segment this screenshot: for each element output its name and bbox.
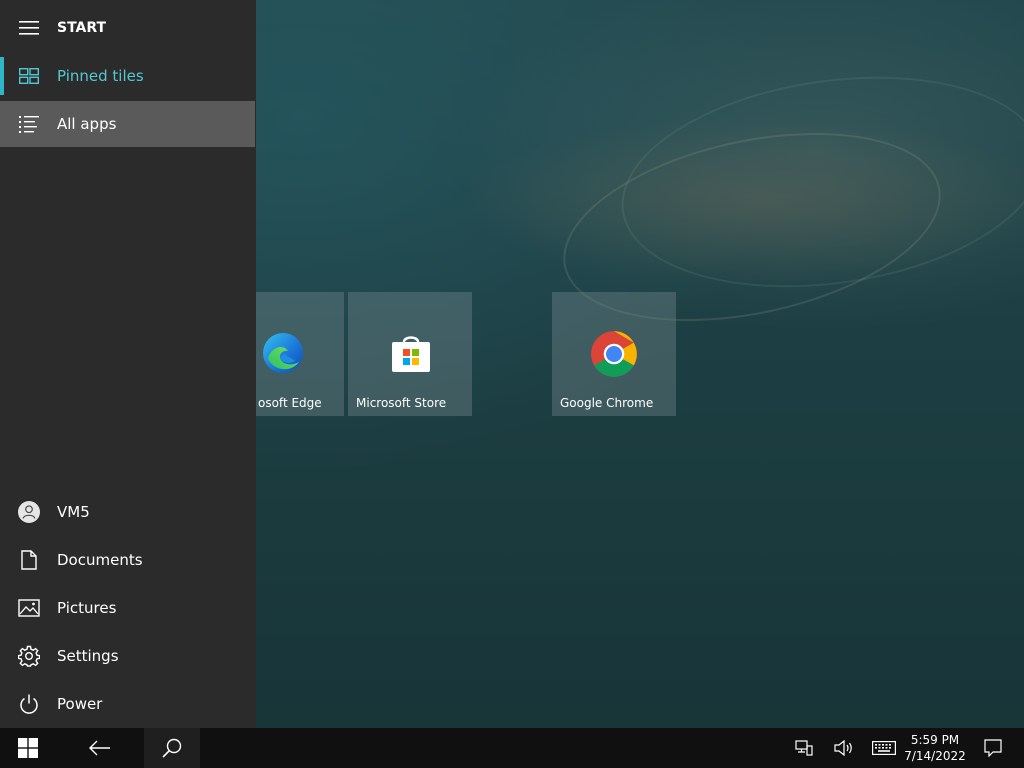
menu-item-settings[interactable]: Settings [0, 633, 255, 679]
store-icon [392, 336, 430, 372]
start-menu-header[interactable]: START [0, 5, 255, 51]
menu-item-documents[interactable]: Documents [0, 537, 255, 583]
network-button[interactable] [790, 728, 818, 768]
menu-item-pictures[interactable]: Pictures [0, 585, 255, 631]
list-icon [18, 113, 40, 135]
windows-logo-icon [18, 738, 38, 758]
tile-microsoft-store[interactable]: Microsoft Store [348, 292, 472, 416]
menu-item-label: Settings [57, 647, 119, 665]
gear-icon [18, 645, 40, 667]
document-icon [18, 549, 40, 571]
tile-label: Google Chrome [560, 396, 654, 410]
hamburger-menu-icon[interactable] [18, 17, 40, 39]
action-center-button[interactable] [978, 728, 1008, 768]
tile-label: Microsoft Store [356, 396, 447, 410]
edge-icon [263, 333, 303, 373]
volume-icon [834, 740, 852, 756]
chrome-icon [591, 331, 637, 377]
clock-time: 5:59 PM [910, 733, 960, 747]
start-menu-panel: START Pinned tiles All apps VM5 Document… [0, 0, 256, 728]
tile-label: osoft Edge [258, 396, 322, 410]
picture-icon [18, 597, 40, 619]
menu-item-user[interactable]: VM5 [0, 489, 255, 535]
user-name: VM5 [57, 503, 90, 521]
back-arrow-icon [89, 740, 110, 756]
tile-google-chrome[interactable]: Google Chrome [552, 292, 676, 416]
touch-keyboard-button[interactable] [868, 728, 900, 768]
menu-item-pinned-tiles[interactable]: Pinned tiles [0, 53, 255, 99]
power-icon [18, 693, 40, 715]
notification-icon [984, 739, 1002, 757]
taskbar: 5:59 PM 7/14/2022 [0, 728, 1024, 768]
taskbar-clock[interactable]: 5:59 PM 7/14/2022 [902, 732, 968, 764]
search-icon [162, 738, 182, 758]
menu-item-label: Documents [57, 551, 143, 569]
back-button[interactable] [72, 728, 128, 768]
menu-item-label: Pinned tiles [57, 67, 144, 85]
menu-item-label: Power [57, 695, 103, 713]
user-avatar-icon [18, 501, 40, 523]
volume-button[interactable] [830, 728, 858, 768]
menu-item-label: All apps [57, 115, 117, 133]
search-button[interactable] [144, 728, 200, 768]
keyboard-icon [872, 741, 896, 755]
clock-date: 7/14/2022 [904, 749, 966, 763]
start-button[interactable] [0, 728, 56, 768]
menu-item-all-apps[interactable]: All apps [0, 101, 255, 147]
network-icon [795, 740, 813, 756]
tiles-icon [18, 65, 40, 87]
menu-item-label: Pictures [57, 599, 117, 617]
start-title: START [57, 20, 107, 36]
menu-item-power[interactable]: Power [0, 681, 255, 727]
